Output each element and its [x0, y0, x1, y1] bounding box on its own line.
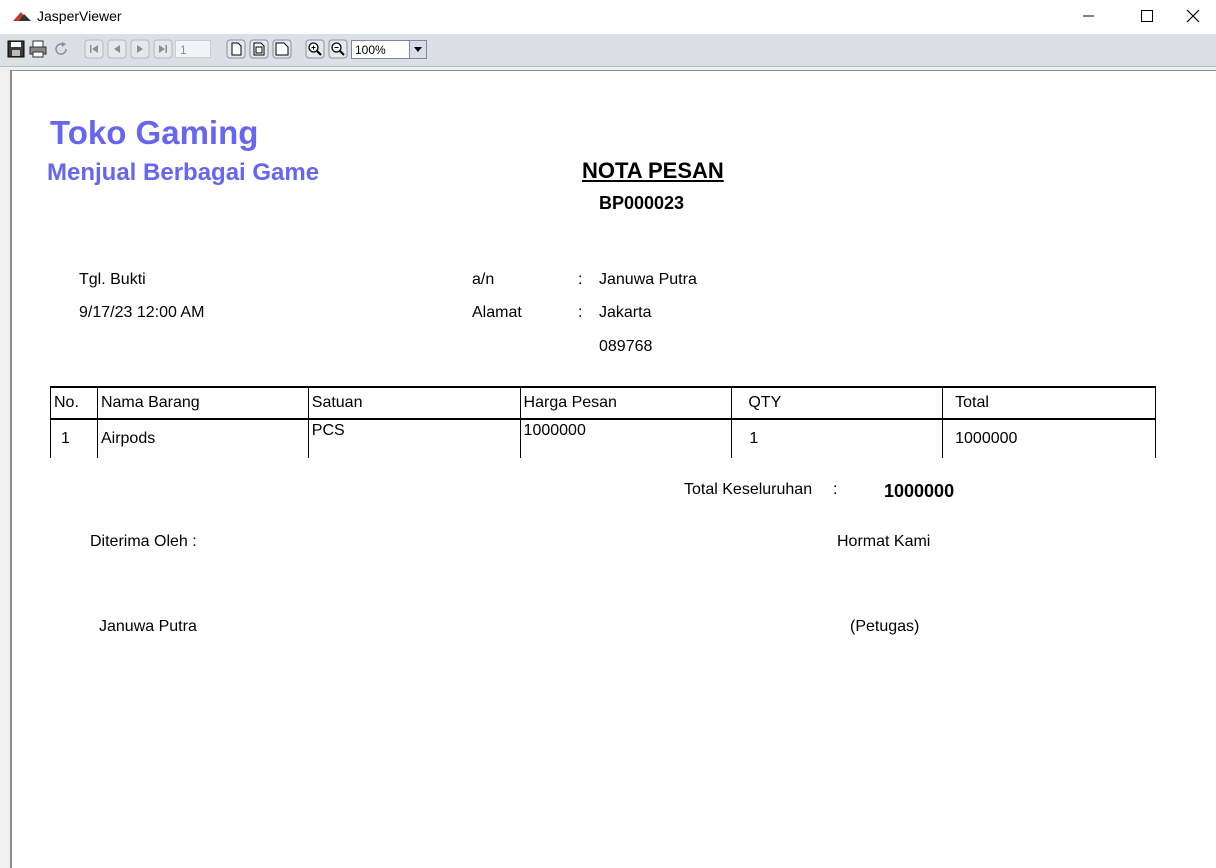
fit-width-icon [272, 39, 292, 59]
close-button[interactable] [1170, 0, 1216, 32]
an-label: a/n [472, 271, 495, 288]
received-by-label: Diterima Oleh : [90, 533, 197, 550]
zoom-in-icon [305, 39, 325, 59]
viewer-toolbar: 1 100% [0, 34, 1216, 67]
address-label: Alamat [472, 304, 522, 321]
date-value: 9/17/23 12:00 AM [79, 304, 205, 321]
reload-icon [55, 42, 67, 55]
zoom-dropdown-button[interactable] [409, 41, 426, 58]
page-number-input[interactable]: 1 [175, 40, 211, 58]
regards-label: Hormat Kami [837, 533, 931, 550]
actual-size-icon [226, 39, 246, 59]
grand-total-value: 1000000 [884, 481, 955, 501]
fit-width-button[interactable] [272, 39, 292, 59]
table-header: No. [50, 386, 98, 420]
table-cell: 1000000 [519, 419, 733, 458]
zoom-out-icon [328, 39, 348, 59]
company-tagline: Menjual Berbagai Game [47, 159, 320, 186]
table-row: 1 Airpods PCS 1000000 1 1000000 [50, 419, 1156, 458]
last-page-button[interactable] [153, 39, 173, 59]
table-header-row: No. Nama Barang Satuan Harga Pesan QTY T… [50, 386, 1156, 420]
an-colon: : [578, 271, 583, 288]
address-value: Jakarta [599, 304, 652, 321]
fit-page-button[interactable] [249, 39, 269, 59]
table-cell: Airpods [96, 419, 309, 458]
table-cell: PCS [307, 419, 521, 458]
minimize-icon [1083, 15, 1094, 17]
jasper-logo-icon [13, 12, 31, 21]
report-page [10, 70, 1216, 868]
table-cell: 1 [731, 419, 944, 458]
zoom-out-button[interactable] [328, 39, 348, 59]
table-header: Nama Barang [96, 386, 309, 420]
grand-total-colon: : [833, 481, 838, 498]
phone-value: 089768 [599, 338, 653, 355]
print-icon [29, 40, 47, 58]
company-name: Toko Gaming [50, 114, 259, 151]
table-cell: 1000000 [942, 419, 1156, 458]
chevron-down-icon [414, 47, 422, 52]
table-cell: 1 [50, 419, 98, 458]
zoom-value: 100% [355, 43, 386, 57]
address-colon: : [578, 304, 583, 321]
officer-label: (Petugas) [850, 618, 920, 635]
grand-total-label: Total Keseluruhan [684, 481, 813, 498]
maximize-button[interactable] [1124, 0, 1170, 32]
previous-page-button[interactable] [107, 39, 127, 59]
reload-button[interactable] [51, 39, 71, 59]
order-number: BP000023 [599, 193, 685, 213]
received-by-name: Januwa Putra [99, 618, 197, 635]
an-value: Januwa Putra [599, 271, 697, 288]
next-page-icon [130, 39, 150, 59]
next-page-button[interactable] [130, 39, 150, 59]
table-header: QTY [731, 386, 944, 420]
date-label: Tgl. Bukti [79, 271, 146, 288]
print-button[interactable] [28, 39, 48, 59]
first-page-button[interactable] [84, 39, 104, 59]
zoom-select[interactable]: 100% [351, 40, 427, 59]
table-header: Harga Pesan [519, 386, 733, 420]
previous-page-icon [107, 39, 127, 59]
title-bar: JasperViewer [0, 0, 1216, 34]
maximize-icon [1141, 10, 1153, 22]
window-title: JasperViewer [37, 8, 122, 24]
close-icon [1186, 9, 1200, 23]
zoom-in-button[interactable] [305, 39, 325, 59]
actual-size-button[interactable] [226, 39, 246, 59]
report-title: NOTA PESAN [582, 158, 724, 183]
save-button[interactable] [6, 39, 26, 59]
table-header: Total [942, 386, 1156, 420]
minimize-button[interactable] [1066, 0, 1112, 32]
table-header: Satuan [307, 386, 521, 420]
fit-page-icon [249, 39, 269, 59]
items-table: No. Nama Barang Satuan Harga Pesan QTY T… [50, 386, 1156, 458]
first-page-icon [84, 39, 104, 59]
save-icon [7, 40, 25, 58]
last-page-icon [153, 39, 173, 59]
